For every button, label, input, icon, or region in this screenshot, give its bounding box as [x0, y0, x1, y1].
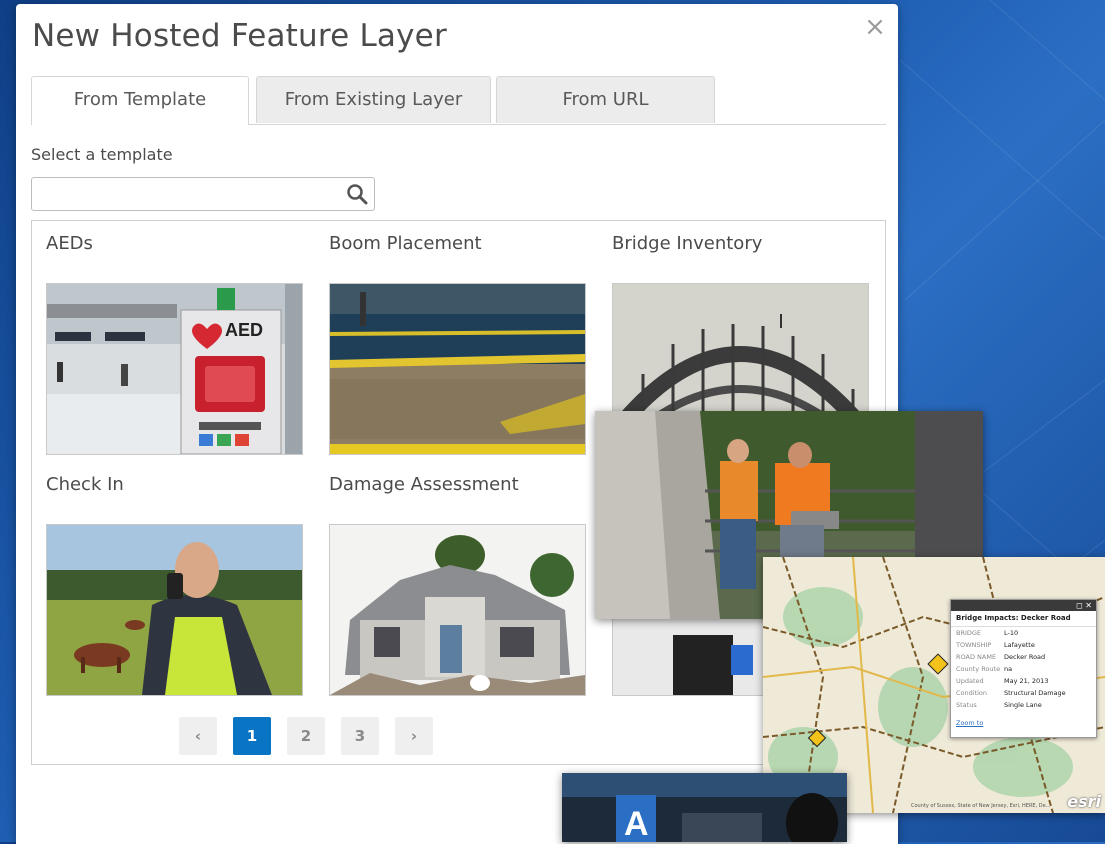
popup-field: ROAD NAME Decker Road: [956, 653, 1046, 661]
template-title: AEDs: [46, 233, 93, 254]
pagination-page-2[interactable]: 2: [287, 717, 325, 755]
worker-phone-image: [47, 525, 302, 695]
template-search-input[interactable]: [38, 180, 342, 210]
popup-field: Condition Structural Damage: [956, 689, 1066, 697]
popup-field: Status Single Lane: [956, 701, 1042, 709]
template-thumbnail[interactable]: [46, 524, 303, 696]
map-attribution: County of Sussex, State of New Jersey, E…: [911, 803, 1051, 809]
esri-logo: esri: [1067, 792, 1101, 811]
search-icon[interactable]: [346, 183, 368, 205]
template-card-boom-placement[interactable]: Boom Placement: [329, 233, 586, 455]
popup-field: TOWNSHIP Lafayette: [956, 641, 1035, 649]
svg-text:AED: AED: [225, 320, 263, 340]
pagination-page-3[interactable]: 3: [341, 717, 379, 755]
damaged-house-image: [330, 525, 585, 695]
template-thumbnail[interactable]: [329, 283, 586, 455]
popup-field: Updated May 21, 2013: [956, 677, 1049, 685]
dialog-title: New Hosted Feature Layer: [32, 18, 447, 54]
popup-field: County Route na: [956, 665, 1013, 673]
pagination-next-button[interactable]: ›: [395, 717, 433, 755]
tab-bar: From Template From Existing Layer From U…: [31, 76, 886, 125]
template-search-box: [31, 177, 375, 211]
aed-cabinet-image: AED: [47, 284, 302, 454]
template-thumbnail[interactable]: [329, 524, 586, 696]
template-title: Boom Placement: [329, 233, 482, 254]
oil-boom-image: [330, 284, 585, 454]
template-title: Bridge Inventory: [612, 233, 763, 254]
tab-from-template[interactable]: From Template: [31, 76, 249, 125]
popup-title: Bridge Impacts: Decker Road: [951, 611, 1096, 627]
map-info-popup: ◻ ✕ Bridge Impacts: Decker Road BRIDGE L-…: [950, 599, 1097, 738]
popup-field: BRIDGE L-10: [956, 629, 1019, 637]
transit-station-photo: A: [562, 773, 847, 842]
template-card-aeds[interactable]: AEDs AED: [46, 233, 303, 455]
svg-text:A: A: [624, 805, 649, 842]
template-thumbnail[interactable]: AED: [46, 283, 303, 455]
template-card-damage-assessment[interactable]: Damage Assessment: [329, 474, 586, 696]
template-card-check-in[interactable]: Check In: [46, 474, 303, 696]
zoom-to-link[interactable]: Zoom to: [951, 711, 1096, 727]
tab-from-url[interactable]: From URL: [496, 76, 715, 123]
template-title: Damage Assessment: [329, 474, 519, 495]
template-title: Check In: [46, 474, 124, 495]
close-icon[interactable]: ×: [862, 14, 888, 40]
pagination-prev-button[interactable]: ‹: [179, 717, 217, 755]
select-template-label: Select a template: [31, 145, 173, 164]
pagination-page-1[interactable]: 1: [233, 717, 271, 755]
tab-from-existing-layer[interactable]: From Existing Layer: [256, 76, 491, 123]
popup-window-controls[interactable]: ◻ ✕: [951, 600, 1096, 611]
